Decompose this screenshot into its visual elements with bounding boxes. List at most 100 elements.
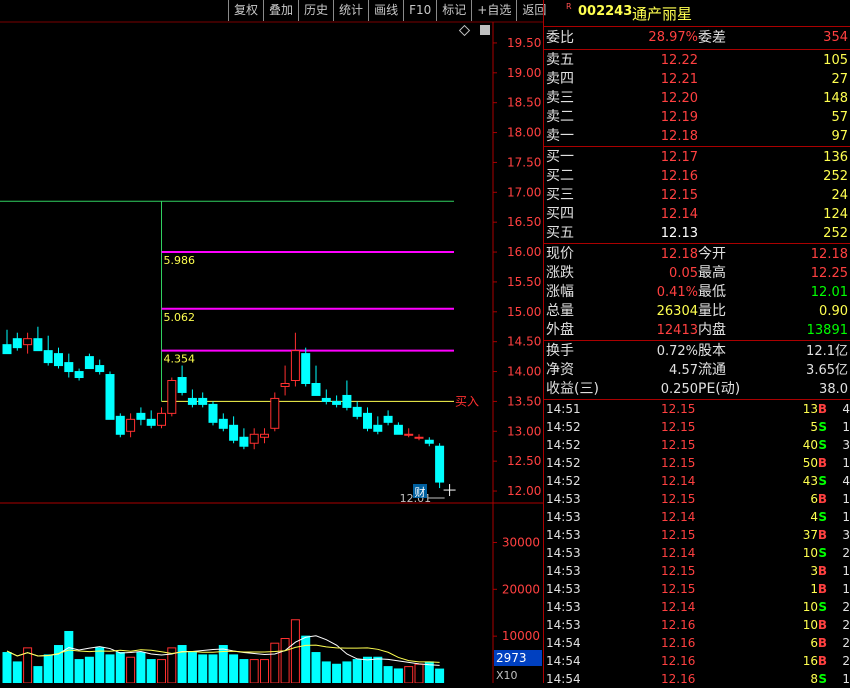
tick-side: B bbox=[817, 618, 827, 632]
candle-body bbox=[260, 433, 269, 438]
tick-row[interactable]: 14:53 12.15 6 B 1 bbox=[544, 490, 850, 508]
tick-count: 1 bbox=[842, 510, 850, 524]
tick-row[interactable]: 14:53 12.16 10 B 2 bbox=[544, 616, 850, 634]
toolbar-button-1[interactable]: 叠加 bbox=[263, 0, 298, 21]
ask-row-4[interactable]: 卖四 12.21 27 bbox=[544, 70, 850, 89]
tick-row[interactable]: 14:53 12.15 37 B 3 bbox=[544, 526, 850, 544]
tick-side: S bbox=[818, 438, 827, 452]
stat-row-3-value-2: 0.90 bbox=[819, 304, 848, 319]
candle-body bbox=[383, 415, 393, 423]
tick-price: 12.15 bbox=[661, 456, 696, 470]
volume-bar bbox=[280, 638, 290, 683]
ask-row-2-volume: 57 bbox=[831, 110, 848, 125]
volume-bar bbox=[342, 661, 352, 683]
tick-qty: 6 bbox=[810, 492, 818, 506]
bid-row-1-volume: 136 bbox=[823, 150, 848, 165]
price-tick-label: 15.50 bbox=[507, 275, 541, 289]
tick-row[interactable]: 14:52 12.15 40 S 3 bbox=[544, 436, 850, 454]
bid-row-1[interactable]: 买一 12.17 136 bbox=[544, 148, 850, 167]
tick-row[interactable]: 14:54 12.16 6 B 2 bbox=[544, 634, 850, 652]
candle-body bbox=[2, 344, 12, 355]
kline-chart[interactable]: 19.50 19.00 18.50 18.00 17.50 17.00 16.50 16.00… bbox=[0, 0, 543, 683]
tick-side: B bbox=[817, 402, 827, 416]
fund-row-2: 收益(三) 0.250 PE(动) 38.0 bbox=[544, 380, 850, 399]
toolbar-button-2[interactable]: 历史 bbox=[298, 0, 333, 21]
volume-bar bbox=[64, 630, 74, 683]
candle-body bbox=[187, 397, 197, 405]
fund-row-0-label-1: 换手 bbox=[546, 343, 574, 359]
tick-row[interactable]: 14:51 12.15 13 B 4 bbox=[544, 400, 850, 418]
volume-readout: 2973 bbox=[496, 651, 527, 665]
stock-name[interactable]: 通产丽星 bbox=[632, 3, 692, 24]
tick-count: 1 bbox=[842, 456, 850, 470]
tick-time: 14:52 bbox=[546, 456, 581, 470]
tick-row[interactable]: 14:53 12.14 10 S 2 bbox=[544, 544, 850, 562]
price-tick-label: 13.00 bbox=[507, 424, 541, 438]
stat-row-2-value-2: 12.01 bbox=[810, 285, 848, 300]
tick-side: S bbox=[818, 510, 827, 524]
tick-time: 14:53 bbox=[546, 528, 581, 542]
tick-time: 14:53 bbox=[546, 618, 581, 632]
tick-qty: 8 bbox=[810, 672, 818, 686]
toolbar-button-6[interactable]: 标记 bbox=[436, 0, 471, 21]
tick-time: 14:53 bbox=[546, 492, 581, 506]
tick-side: B bbox=[817, 456, 827, 470]
tick-price: 12.15 bbox=[661, 402, 696, 416]
tick-qty: 5 bbox=[810, 420, 818, 434]
ask-row-1[interactable]: 卖一 12.18 97 bbox=[544, 127, 850, 146]
tick-count: 2 bbox=[842, 636, 850, 650]
candle-body bbox=[435, 445, 445, 483]
tick-row[interactable]: 14:53 12.14 10 S 2 bbox=[544, 598, 850, 616]
candle-body bbox=[126, 418, 136, 432]
bid-row-2-label: 买二 bbox=[546, 168, 574, 184]
fund-block: 换手 0.72% 股本 12.1亿 净资 4.57 流通 3.65亿 收益(三) 0.250 PE(… bbox=[544, 341, 850, 400]
stat-row-3: 总量 26304 量比 0.90 bbox=[544, 302, 850, 321]
bid-row-5[interactable]: 买五 12.13 252 bbox=[544, 224, 850, 243]
stats-block: 现价 12.18 今开 12.18 涨跌 0.05 最高 12.25 涨幅 0.41% 最低 12.0… bbox=[544, 244, 850, 341]
tick-row[interactable]: 14:52 12.15 5 S 1 bbox=[544, 418, 850, 436]
tick-price: 12.15 bbox=[661, 420, 696, 434]
tick-row[interactable]: 14:54 12.16 8 S 1 bbox=[544, 670, 850, 688]
ask-row-2[interactable]: 卖二 12.19 57 bbox=[544, 108, 850, 127]
tick-count: 1 bbox=[842, 564, 850, 578]
bid-row-3[interactable]: 买三 12.15 24 bbox=[544, 186, 850, 205]
tick-qty: 3 bbox=[810, 564, 818, 578]
tick-row[interactable]: 14:52 12.15 50 B 1 bbox=[544, 454, 850, 472]
ask-row-3[interactable]: 卖三 12.20 148 bbox=[544, 89, 850, 108]
ask-row-1-volume: 97 bbox=[831, 129, 848, 144]
candle-body bbox=[352, 406, 362, 417]
fund-row-1-value-1: 4.57 bbox=[669, 363, 698, 378]
tick-time: 14:54 bbox=[546, 654, 581, 668]
tick-row[interactable]: 14:53 12.15 3 B 1 bbox=[544, 562, 850, 580]
candle-body bbox=[301, 353, 311, 384]
volume-bar bbox=[352, 659, 362, 683]
stat-row-4-label-1: 外盘 bbox=[546, 322, 574, 338]
volume-tick-label: 20000 bbox=[502, 582, 540, 596]
tick-row[interactable]: 14:53 12.14 4 S 1 bbox=[544, 508, 850, 526]
tick-row[interactable]: 14:53 12.15 1 B 1 bbox=[544, 580, 850, 598]
tick-count: 2 bbox=[842, 546, 850, 560]
bid-row-2[interactable]: 买二 12.16 252 bbox=[544, 167, 850, 186]
bid-row-1-price: 12.17 bbox=[660, 150, 698, 165]
candle-body bbox=[311, 382, 321, 396]
volume-bar bbox=[105, 654, 115, 683]
tick-row[interactable]: 14:54 12.16 16 B 2 bbox=[544, 652, 850, 670]
candle-body bbox=[424, 439, 434, 444]
toolbar-button-0[interactable]: 复权 bbox=[228, 0, 263, 21]
tick-side: B bbox=[817, 564, 827, 578]
stat-row-0-label-2: 今开 bbox=[698, 246, 726, 262]
toolbar-button-4[interactable]: 画线 bbox=[368, 0, 403, 21]
bid-row-4[interactable]: 买四 12.14 124 bbox=[544, 205, 850, 224]
fund-row-2-value-1: 0.250 bbox=[660, 382, 698, 397]
toolbar-button-7[interactable]: +自选 bbox=[471, 0, 516, 21]
stat-row-0-value-2: 12.18 bbox=[810, 247, 848, 262]
tick-row[interactable]: 14:52 12.14 43 S 4 bbox=[544, 472, 850, 490]
toolbar-button-5[interactable]: F10 bbox=[403, 0, 436, 21]
toolbar-button-3[interactable]: 统计 bbox=[333, 0, 368, 21]
weicha-label: 委差 bbox=[698, 30, 726, 46]
tick-price: 12.16 bbox=[661, 654, 696, 668]
stock-code[interactable]: 002243 bbox=[578, 4, 632, 19]
candle-body bbox=[414, 436, 424, 439]
ask-row-5[interactable]: 卖五 12.22 105 bbox=[544, 51, 850, 70]
weibi-label: 委比 bbox=[546, 30, 574, 46]
